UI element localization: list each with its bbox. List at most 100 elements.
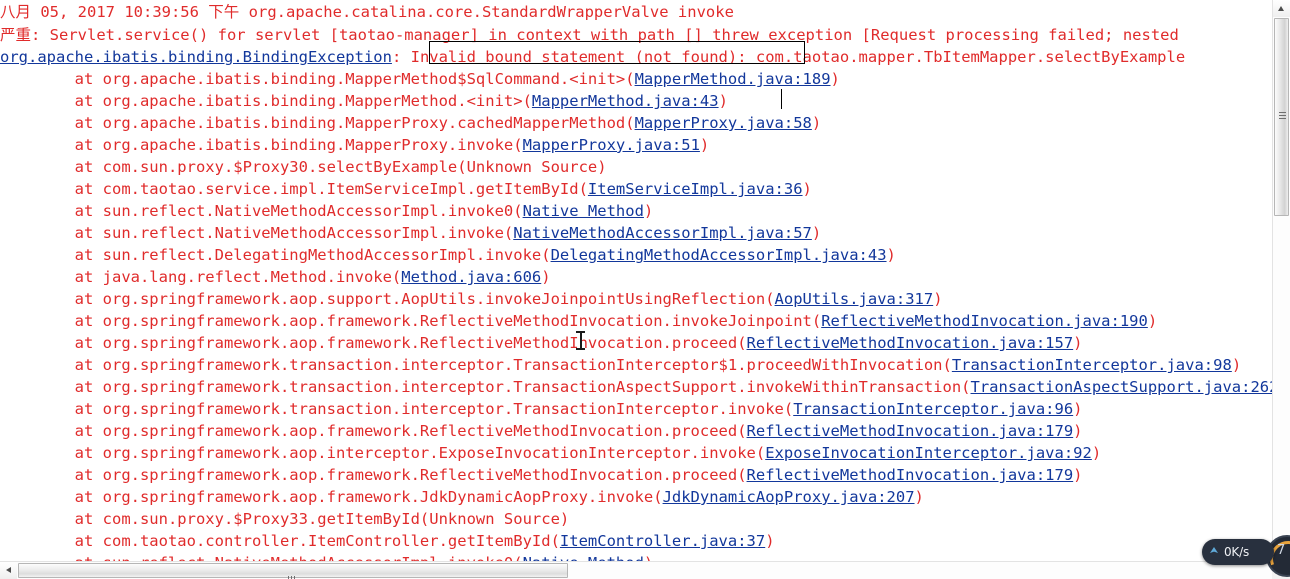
log-header-line-1: 八月 05, 2017 10:39:56 下午 org.apache.catal… [0,0,1272,24]
stack-frame-text: at org.springframework.aop.support.AopUt… [0,290,775,308]
log-header-line-2: 严重: Servlet.service() for servlet [taota… [0,24,1272,46]
stack-frame-source-link[interactable]: DelegatingMethodAccessorImpl.java:43 [551,246,887,264]
exception-highlighted-message: Invalid bound statement (not found): [410,48,756,66]
log-severity-message: 严重: Servlet.service() for servlet [taota… [0,26,1179,44]
log-header-line-3: org.apache.ibatis.binding.BindingExcepti… [0,46,1272,68]
stack-frame-suffix: ) [811,224,822,242]
stack-frame-suffix: ) [1147,312,1158,330]
vertical-scrollbar-thumb[interactable] [1274,18,1289,216]
stack-frame-source-link[interactable]: ReflectiveMethodInvocation.java:190 [821,312,1148,330]
log-logger-name: org.apache.catalina.core.StandardWrapper… [248,3,734,21]
stack-frame-line: at sun.reflect.NativeMethodAccessorImpl.… [0,200,1272,222]
stack-frame-line: at org.springframework.transaction.inter… [0,376,1272,398]
stack-frame-text: at java.lang.reflect.Method.invoke( [0,268,402,286]
stack-frame-source-link[interactable]: ItemController.java:37 [560,532,765,550]
stack-frame-text: at org.springframework.transaction.inter… [0,378,971,396]
stack-frame-source-link[interactable]: TransactionInterceptor.java:98 [952,356,1232,374]
stack-frame-text: at org.springframework.aop.framework.Ref… [0,334,747,352]
stack-frame-source-link[interactable]: MapperProxy.java:58 [635,114,812,132]
stack-frame-line: at org.springframework.aop.interceptor.E… [0,442,1272,464]
stack-frame-suffix: ) [802,180,812,198]
stack-frame-line: at org.springframework.aop.framework.Ref… [0,310,1272,332]
scroll-up-arrow-icon[interactable] [1273,0,1290,17]
stack-frame-text: at sun.reflect.NativeMethodAccessorImpl.… [0,224,514,242]
widget-ring-label: 7 [1277,543,1286,558]
stack-frame-line: at org.springframework.aop.framework.Ref… [0,332,1272,354]
stack-frame-text: at org.springframework.aop.framework.Ref… [0,466,747,484]
network-speed-widget[interactable]: 7 0K/s [1194,535,1290,577]
stack-frame-line: at org.springframework.aop.support.AopUt… [0,288,1272,310]
stack-frame-suffix: ) [1073,400,1083,418]
scroll-left-arrow-icon[interactable] [0,562,17,579]
stack-frame-source-link[interactable]: Method.java:606 [401,268,541,286]
stack-frame-suffix: ) [699,136,710,154]
stack-frame-text: at org.apache.ibatis.binding.MapperMetho… [0,92,532,110]
stack-frame-line: at org.apache.ibatis.binding.MapperProxy… [0,134,1272,156]
stack-frame-text: at sun.reflect.NativeMethodAccessorImpl.… [0,554,523,561]
exception-class-link[interactable]: org.apache.ibatis.binding.BindingExcepti… [0,48,392,66]
stack-frame-line: at sun.reflect.DelegatingMethodAccessorI… [0,244,1272,266]
stack-frame-source-link[interactable]: ReflectiveMethodInvocation.java:157 [747,334,1074,352]
stack-frame-line: at com.sun.proxy.$Proxy30.selectByExampl… [0,156,1272,178]
stack-frame-suffix: ) [643,202,654,220]
stack-frame-source-link[interactable]: ReflectiveMethodInvocation.java:179 [747,422,1074,440]
stack-frame-source-link[interactable]: MapperProxy.java:51 [523,136,700,154]
stack-frame-text: at org.apache.ibatis.binding.MapperProxy… [0,136,523,154]
vertical-scrollbar[interactable] [1272,0,1290,561]
stack-frame-line: at org.springframework.aop.framework.Ref… [0,420,1272,442]
stack-frame-line: at org.springframework.transaction.inter… [0,354,1272,376]
stack-frame-source-link[interactable]: MapperMethod.java:189 [635,70,831,88]
stack-frame-text: at com.taotao.service.impl.ItemServiceIm… [0,180,588,198]
stack-frame-line: at org.apache.ibatis.binding.MapperProxy… [0,112,1272,134]
stack-frame-source-link[interactable]: NativeMethodAccessorImpl.java:57 [513,224,812,242]
network-speed-value: 0K/s [1224,545,1249,559]
stack-frame-text: at com.sun.proxy.$Proxy30.selectByExampl… [0,158,607,176]
log-console-window: 八月 05, 2017 10:39:56 下午 org.apache.catal… [0,0,1290,579]
stack-frame-source-link[interactable]: JdkDynamicAopProxy.java:207 [663,488,915,506]
stack-frame-line: at sun.reflect.NativeMethodAccessorImpl.… [0,552,1272,561]
horizontal-scrollbar[interactable] [0,561,1272,579]
stack-frame-source-link[interactable]: Native Method [523,554,644,561]
stack-frame-source-link[interactable]: ReflectiveMethodInvocation.java:179 [747,466,1074,484]
stack-frame-line: at java.lang.reflect.Method.invoke(Metho… [0,266,1272,288]
stack-frame-suffix: ) [644,554,653,561]
stack-frame-text: at org.springframework.aop.interceptor.E… [0,444,766,462]
horizontal-scrollbar-thumb[interactable] [18,563,568,579]
stack-frame-suffix: ) [914,488,924,506]
network-speed-pill[interactable]: 0K/s [1202,539,1274,565]
stack-frame-text: at org.springframework.aop.framework.Ref… [0,312,822,330]
stack-frame-suffix: ) [1091,444,1102,462]
exception-mapper-statement: com.taotao.mapper.TbItemMapper.selectByE… [755,48,1186,66]
scrollbar-grip-icon [1279,112,1286,122]
stack-frame-source-link[interactable]: Native Method [523,202,644,220]
stack-frame-text: at sun.reflect.DelegatingMethodAccessorI… [0,246,551,264]
stack-frame-suffix: ) [541,268,551,286]
stack-frame-line: at com.taotao.controller.ItemController.… [0,530,1272,552]
stack-frame-source-link[interactable]: TransactionInterceptor.java:96 [793,400,1073,418]
exception-colon: : [391,48,411,66]
stack-frame-suffix: ) [1073,466,1083,484]
stack-frame-text: at org.springframework.transaction.inter… [0,400,794,418]
stack-frame-text: at com.taotao.controller.ItemController.… [0,532,560,550]
stack-frame-line: at org.apache.ibatis.binding.MapperMetho… [0,68,1272,90]
stack-frame-suffix: ) [1073,422,1083,440]
stack-frame-source-link[interactable]: ItemServiceImpl.java:36 [588,180,803,198]
text-caret [781,89,782,109]
stack-frame-text: at org.springframework.transaction.inter… [0,356,952,374]
upload-arrow-icon [1208,546,1220,558]
stack-frame-source-link[interactable]: MapperMethod.java:43 [532,92,719,110]
stacktrace-console[interactable]: 八月 05, 2017 10:39:56 下午 org.apache.catal… [0,0,1272,561]
stack-frame-source-link[interactable]: ExposeInvocationInterceptor.java:92 [765,444,1092,462]
stack-frame-text: at org.springframework.aop.framework.Ref… [0,422,747,440]
scrollbar-grip-icon [288,568,298,579]
stack-frame-line: at org.springframework.aop.framework.Ref… [0,464,1272,486]
stack-frame-line: at org.springframework.aop.framework.Jdk… [0,486,1272,508]
stack-frame-source-link[interactable]: AopUtils.java:317 [775,290,934,308]
stack-frame-suffix: ) [886,246,896,264]
stack-frame-text: at sun.reflect.NativeMethodAccessorImpl.… [0,202,523,220]
stack-frame-line: at org.apache.ibatis.binding.MapperMetho… [0,90,1272,112]
stack-frame-suffix: ) [718,92,728,110]
stack-frame-source-link[interactable]: TransactionAspectSupport.java:262 [971,378,1272,396]
stack-frame-line: at com.taotao.service.impl.ItemServiceIm… [0,178,1272,200]
stack-frame-list: at org.apache.ibatis.binding.MapperMetho… [0,68,1272,561]
